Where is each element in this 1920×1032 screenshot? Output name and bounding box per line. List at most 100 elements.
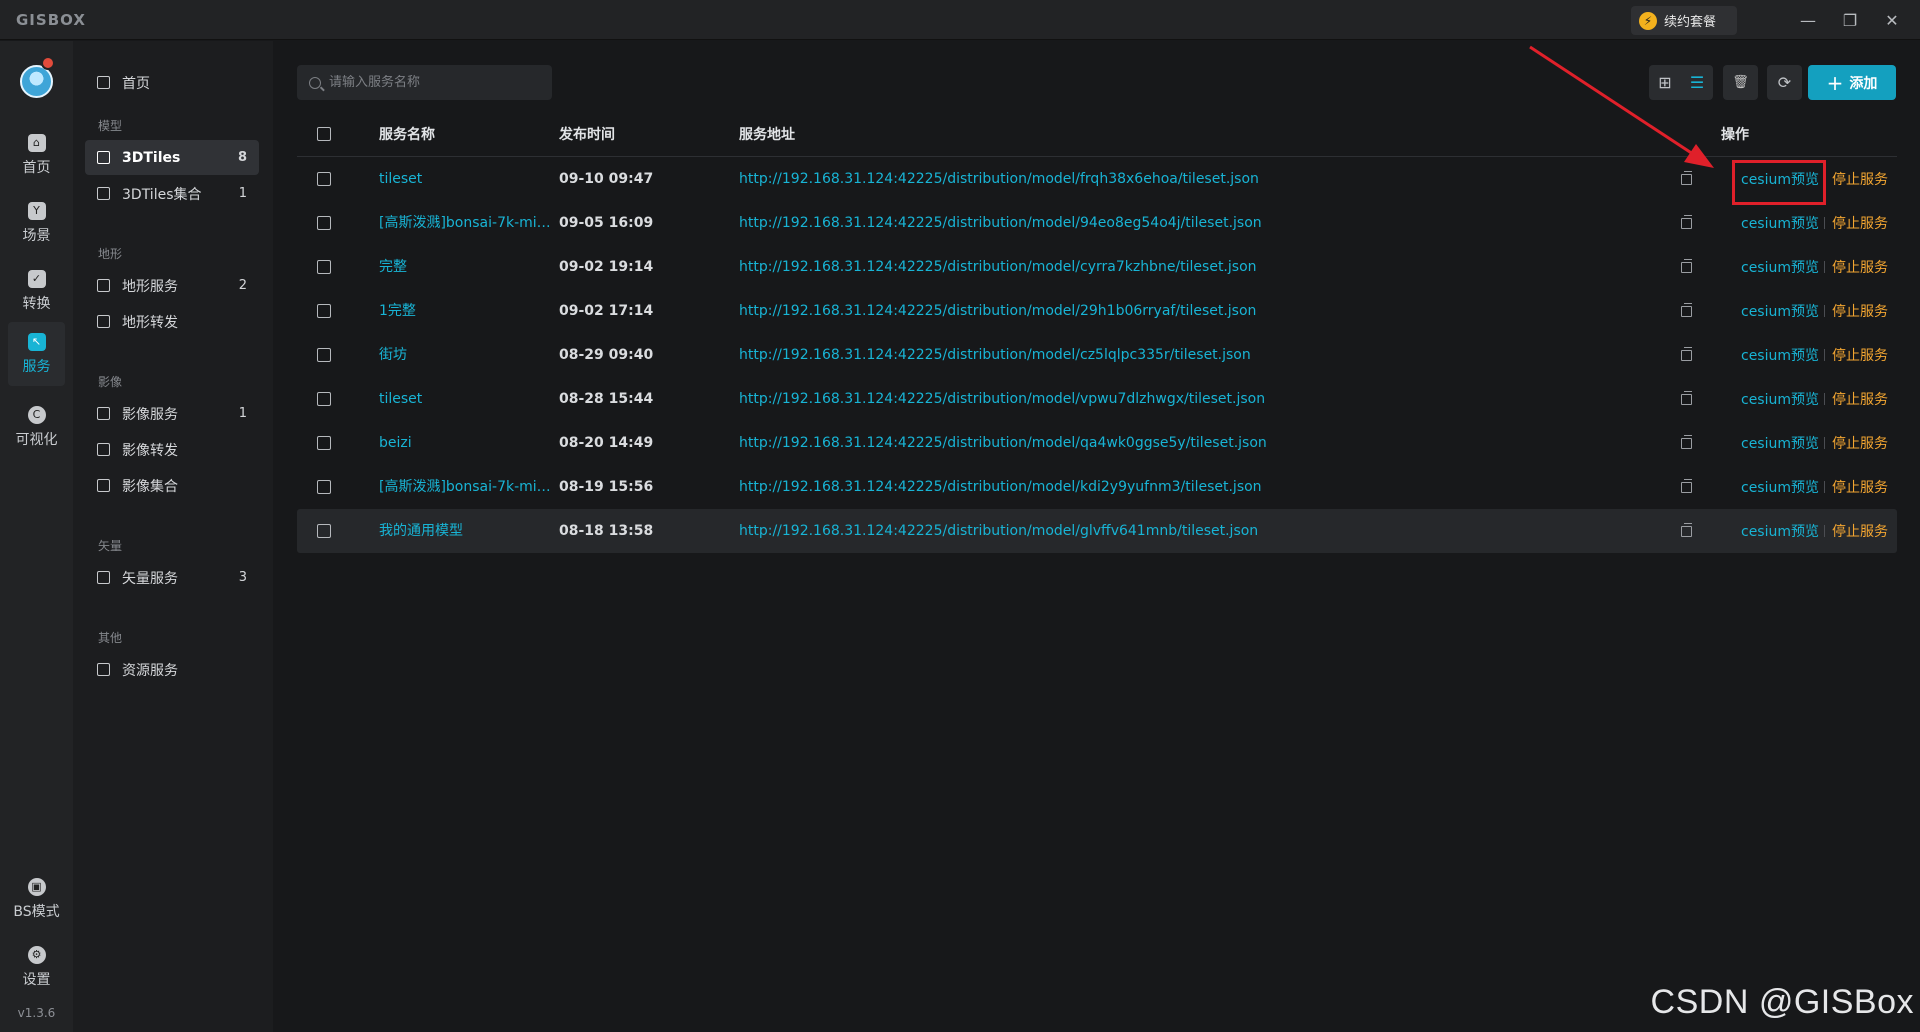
- service-name-link[interactable]: 完整: [379, 245, 556, 289]
- service-url-link[interactable]: http://192.168.31.124:42225/distribution…: [739, 201, 1262, 245]
- table-row[interactable]: tileset 08-28 15:44 http://192.168.31.124:…: [297, 377, 1897, 421]
- service-name-link[interactable]: tileset: [379, 157, 556, 201]
- search-box[interactable]: [297, 65, 552, 100]
- table-row[interactable]: 我的通用模型 08-18 13:58 http://192.168.31.124:4…: [297, 509, 1897, 553]
- sidebar-item-resource-service[interactable]: 资源服务: [85, 652, 259, 687]
- table-row[interactable]: [高斯泼溅]bonsai-7k-mini-… 08-19 15:56 http://…: [297, 465, 1897, 509]
- copy-url-button[interactable]: [1681, 509, 1692, 553]
- copy-url-button[interactable]: [1681, 377, 1692, 421]
- cesium-preview-button[interactable]: cesium预览: [1741, 201, 1819, 245]
- cesium-preview-button[interactable]: cesium预览: [1741, 289, 1819, 333]
- rail-item-visualize[interactable]: C 可视化: [8, 395, 65, 459]
- rail-item-bs-mode[interactable]: ▣ BS模式: [8, 867, 65, 931]
- copy-url-button[interactable]: [1681, 289, 1692, 333]
- sidebar-item-vector-service[interactable]: 矢量服务 3: [85, 560, 259, 595]
- rail-item-settings[interactable]: ⚙ 设置: [8, 935, 65, 999]
- service-name-link[interactable]: beizi: [379, 421, 556, 465]
- stop-service-button[interactable]: 停止服务: [1832, 157, 1888, 201]
- stop-service-button[interactable]: 停止服务: [1832, 289, 1888, 333]
- rail-item-service[interactable]: ↖ 服务: [8, 322, 65, 386]
- table-row[interactable]: 完整 09-02 19:14 http://192.168.31.124:42225…: [297, 245, 1897, 289]
- sidebar-item-terrain-forward[interactable]: 地形转发: [85, 304, 259, 339]
- row-checkbox[interactable]: [317, 392, 331, 406]
- delete-button-inner[interactable]: 🗑: [1723, 65, 1758, 100]
- row-checkbox[interactable]: [317, 436, 331, 450]
- copy-url-button[interactable]: [1681, 465, 1692, 509]
- service-url-link[interactable]: http://192.168.31.124:42225/distribution…: [739, 377, 1265, 421]
- service-url-link[interactable]: http://192.168.31.124:42225/distribution…: [739, 245, 1257, 289]
- action-divider: [1824, 393, 1825, 405]
- cesium-preview-button[interactable]: cesium预览: [1741, 333, 1819, 377]
- service-name-link[interactable]: tileset: [379, 377, 556, 421]
- stop-service-button[interactable]: 停止服务: [1832, 245, 1888, 289]
- service-name-link[interactable]: 1完整: [379, 289, 556, 333]
- service-name-link[interactable]: 我的通用模型: [379, 509, 556, 553]
- sidebar-item-imagery-forward[interactable]: 影像转发: [85, 432, 259, 467]
- row-checkbox[interactable]: [317, 348, 331, 362]
- copy-url-button[interactable]: [1681, 333, 1692, 377]
- copy-url-button[interactable]: [1681, 201, 1692, 245]
- sidebar-item-imagery-service[interactable]: 影像服务 1: [85, 396, 259, 431]
- refresh-button-inner[interactable]: ⟳: [1767, 65, 1802, 100]
- sidebar-item-3dtiles-collection[interactable]: 3DTiles集合 1: [85, 176, 259, 211]
- row-checkbox[interactable]: [317, 480, 331, 494]
- select-all-checkbox[interactable]: [317, 126, 331, 141]
- service-url-link[interactable]: http://192.168.31.124:42225/distribution…: [739, 509, 1258, 553]
- sidebar-item-terrain-service[interactable]: 地形服务 2: [85, 268, 259, 303]
- service-name-link[interactable]: 街坊: [379, 333, 556, 377]
- sidebar-item-label: 矢量服务: [122, 570, 178, 587]
- action-divider: [1824, 525, 1825, 537]
- add-button[interactable]: + 添加: [1808, 65, 1896, 100]
- rail-item-scene[interactable]: Y 场景: [8, 191, 65, 255]
- sidebar-item-label: 3DTiles集合: [122, 186, 202, 203]
- service-url-link[interactable]: http://192.168.31.124:42225/distribution…: [739, 289, 1256, 333]
- cesium-preview-button[interactable]: cesium预览: [1741, 509, 1819, 553]
- stop-service-button[interactable]: 停止服务: [1832, 377, 1888, 421]
- stop-service-button[interactable]: 停止服务: [1832, 509, 1888, 553]
- copy-url-button[interactable]: [1681, 245, 1692, 289]
- rail-item-home[interactable]: ⌂ 首页: [8, 123, 65, 187]
- stop-service-button[interactable]: 停止服务: [1832, 201, 1888, 245]
- row-checkbox[interactable]: [317, 216, 331, 230]
- table-row[interactable]: beizi 08-20 14:49 http://192.168.31.124:42…: [297, 421, 1897, 465]
- stop-service-button[interactable]: 停止服务: [1832, 333, 1888, 377]
- row-checkbox[interactable]: [317, 260, 331, 274]
- header-time[interactable]: 发布时间: [559, 111, 615, 156]
- service-url-link[interactable]: http://192.168.31.124:42225/distribution…: [739, 333, 1251, 377]
- sidebar-item-home[interactable]: 首页: [85, 65, 259, 100]
- close-button[interactable]: ✕: [1877, 6, 1907, 34]
- refresh-button[interactable]: ⟳: [1767, 65, 1802, 100]
- cesium-preview-button[interactable]: cesium预览: [1741, 245, 1819, 289]
- delete-button[interactable]: 🗑: [1723, 65, 1758, 100]
- service-sidebar: 首页 模型 3DTiles 8 3DTiles集合 1 地形 地形服务 2 地形…: [73, 41, 273, 1032]
- action-divider: [1824, 437, 1825, 449]
- sidebar-item-3dtiles[interactable]: 3DTiles 8: [85, 140, 259, 175]
- service-url-link[interactable]: http://192.168.31.124:42225/distribution…: [739, 157, 1259, 201]
- stop-service-button[interactable]: 停止服务: [1832, 465, 1888, 509]
- minimize-button[interactable]: —: [1793, 6, 1823, 34]
- service-name-link[interactable]: [高斯泼溅]bonsai-7k-mini-…: [379, 201, 556, 245]
- watermark: CSDN @GISBox: [1650, 983, 1914, 1021]
- restore-button[interactable]: ❐: [1835, 6, 1865, 34]
- copy-url-button[interactable]: [1681, 421, 1692, 465]
- row-checkbox[interactable]: [317, 172, 331, 186]
- header-name[interactable]: 服务名称: [379, 111, 435, 156]
- service-url-link[interactable]: http://192.168.31.124:42225/distribution…: [739, 421, 1267, 465]
- cesium-preview-button[interactable]: cesium预览: [1741, 421, 1819, 465]
- table-row[interactable]: 街坊 08-29 09:40 http://192.168.31.124:42225…: [297, 333, 1897, 377]
- search-input[interactable]: [329, 75, 539, 90]
- cesium-preview-button[interactable]: cesium预览: [1741, 465, 1819, 509]
- cesium-preview-button[interactable]: cesium预览: [1741, 377, 1819, 421]
- rail-item-convert[interactable]: ✓ 转换: [8, 259, 65, 323]
- row-checkbox[interactable]: [317, 524, 331, 538]
- sidebar-item-imagery-collection[interactable]: 影像集合: [85, 468, 259, 503]
- table-row[interactable]: [高斯泼溅]bonsai-7k-mini-… 09-05 16:09 http://…: [297, 201, 1897, 245]
- copy-icon: [1681, 390, 1692, 405]
- service-url-link[interactable]: http://192.168.31.124:42225/distribution…: [739, 465, 1262, 509]
- service-name-link[interactable]: [高斯泼溅]bonsai-7k-mini-…: [379, 465, 556, 509]
- gear-icon: ⚙: [27, 945, 46, 964]
- stop-service-button[interactable]: 停止服务: [1832, 421, 1888, 465]
- row-checkbox[interactable]: [317, 304, 331, 318]
- renew-plan-button[interactable]: ⚡ 续约套餐: [1631, 6, 1737, 35]
- table-row[interactable]: 1完整 09-02 17:14 http://192.168.31.124:4222…: [297, 289, 1897, 333]
